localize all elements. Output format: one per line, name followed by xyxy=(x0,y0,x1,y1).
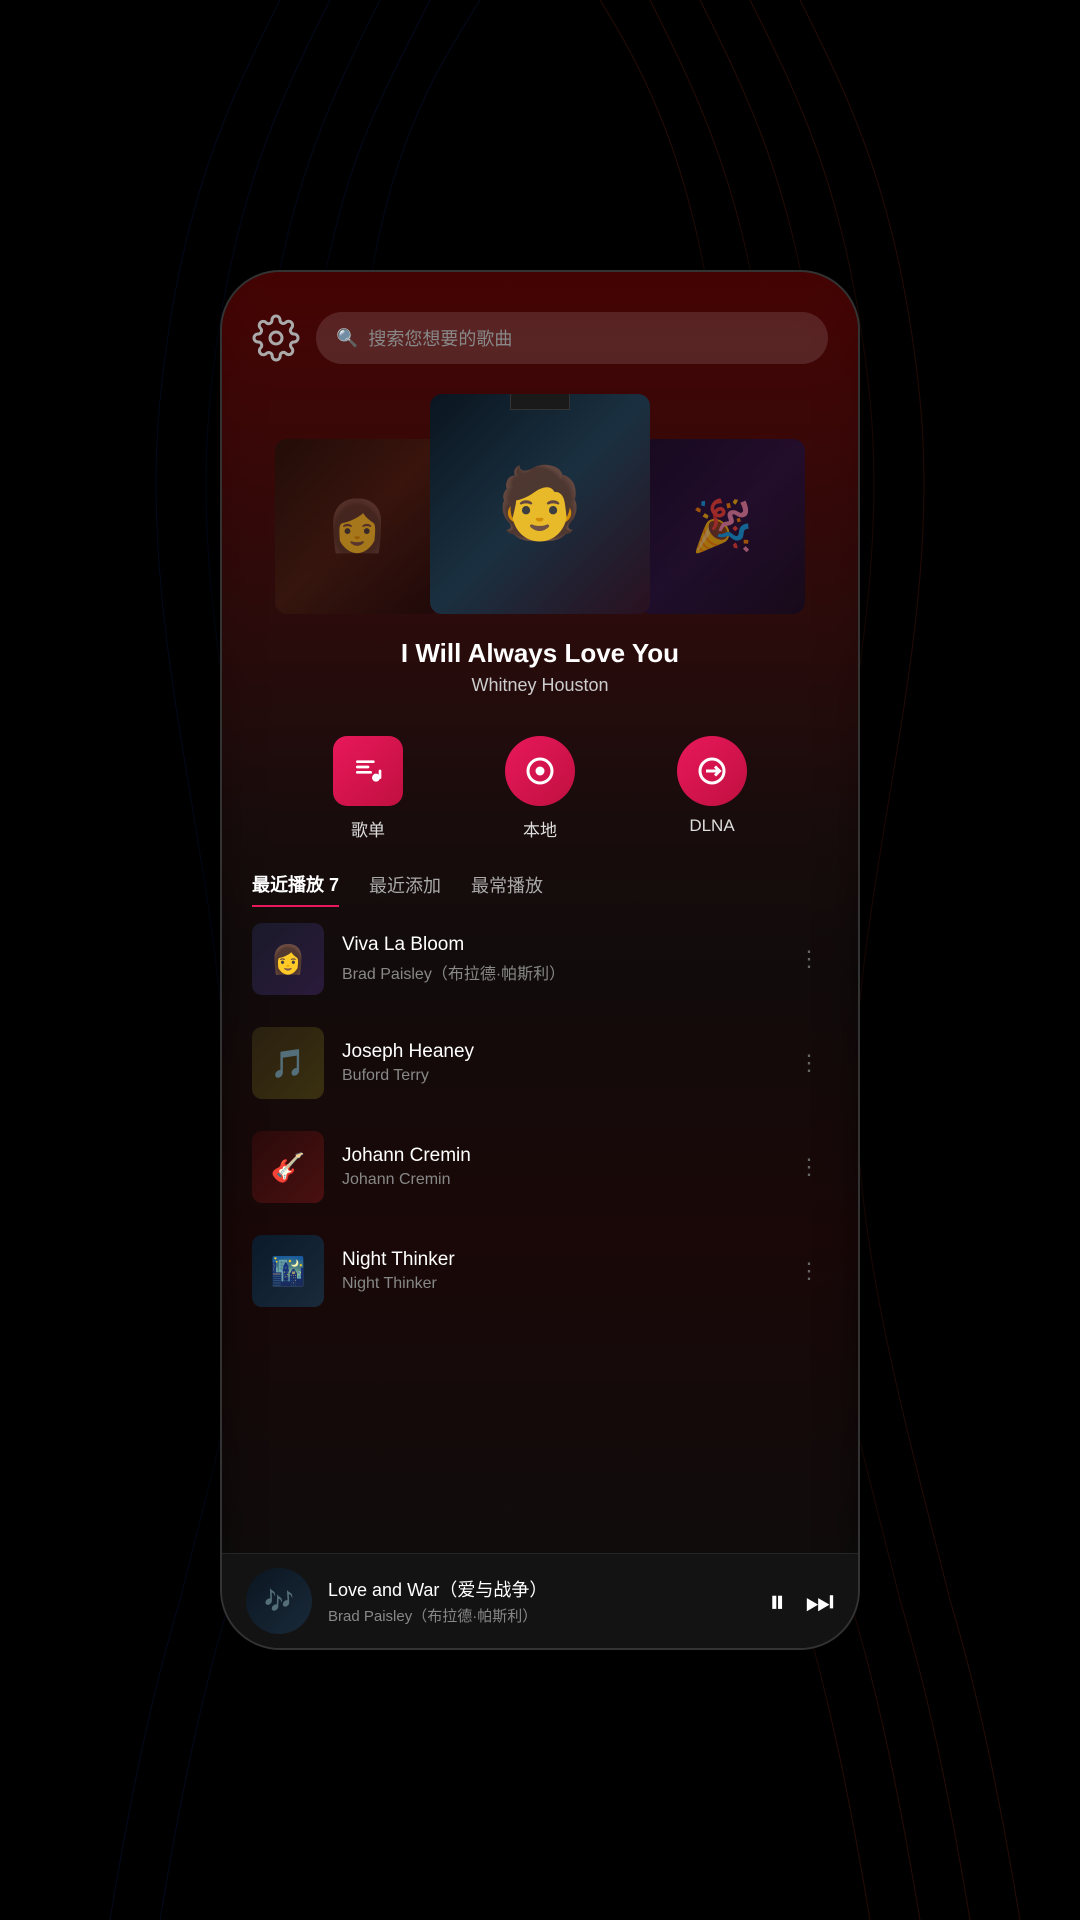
search-icon: 🔍 xyxy=(336,328,358,349)
tab-most-played[interactable]: 最常播放 xyxy=(471,872,543,906)
featured-song-info: I Will Always Love You Whitney Houston xyxy=(222,614,858,706)
more-icon-4[interactable]: ⋮ xyxy=(790,1250,828,1292)
more-icon-3[interactable]: ⋮ xyxy=(790,1146,828,1188)
pause-button[interactable]: ⏸ xyxy=(769,1585,785,1617)
tabs-bar: 最近播放 7 最近添加 最常播放 xyxy=(222,861,858,907)
now-playing-title: Love and War（爱与战争） xyxy=(328,1576,753,1602)
song-subtitle-1: Brad Paisley（布拉德·帕斯利） xyxy=(342,960,772,984)
song-subtitle-3: Johann Cremin xyxy=(342,1171,772,1189)
album-card-left[interactable]: 👩 xyxy=(275,439,440,614)
song-row-2[interactable]: 🎵 Joseph Heaney Buford Terry ⋮ xyxy=(222,1011,858,1115)
vinyl-notch xyxy=(510,394,570,410)
song-list: 👩 Viva La Bloom Brad Paisley（布拉德·帕斯利） ⋮ … xyxy=(222,907,858,1553)
song-row-1[interactable]: 👩 Viva La Bloom Brad Paisley（布拉德·帕斯利） ⋮ xyxy=(222,907,858,1011)
song-thumb-1: 👩 xyxy=(252,923,324,995)
dlna-icon xyxy=(677,736,747,806)
phone-content: 🔍 搜索您想要的歌曲 👩 🧑 xyxy=(222,272,858,1648)
album-carousel: 👩 🧑 🎉 xyxy=(222,384,858,614)
playlist-icon xyxy=(333,736,403,806)
nav-item-local[interactable]: 本地 xyxy=(505,736,575,841)
song-meta-2: Joseph Heaney Buford Terry xyxy=(342,1041,772,1085)
song-title-4: Night Thinker xyxy=(342,1249,772,1271)
song-meta-4: Night Thinker Night Thinker xyxy=(342,1249,772,1293)
featured-song-title: I Will Always Love You xyxy=(242,638,838,669)
song-thumb-4: 🌃 xyxy=(252,1235,324,1307)
next-button[interactable]: ⏭ xyxy=(805,1585,834,1617)
song-subtitle-4: Night Thinker xyxy=(342,1275,772,1293)
song-thumb-3: 🎸 xyxy=(252,1131,324,1203)
album-card-right[interactable]: 🎉 xyxy=(640,439,805,614)
nav-label-local: 本地 xyxy=(523,816,557,841)
local-icon xyxy=(505,736,575,806)
settings-icon[interactable] xyxy=(252,314,300,362)
nav-icons: 歌单 本地 xyxy=(222,716,858,861)
nav-label-dlna: DLNA xyxy=(689,816,734,836)
nav-label-playlist: 歌单 xyxy=(351,816,385,841)
phone-wrapper: 🔍 搜索您想要的歌曲 👩 🧑 xyxy=(220,270,860,1650)
song-meta-1: Viva La Bloom Brad Paisley（布拉德·帕斯利） xyxy=(342,934,772,984)
song-title-2: Joseph Heaney xyxy=(342,1041,772,1063)
song-subtitle-2: Buford Terry xyxy=(342,1067,772,1085)
now-playing-emoji: 🎶 xyxy=(264,1587,294,1616)
header: 🔍 搜索您想要的歌曲 xyxy=(222,272,858,384)
now-playing-meta: Love and War（爱与战争） Brad Paisley（布拉德·帕斯利） xyxy=(328,1576,753,1626)
search-placeholder: 搜索您想要的歌曲 xyxy=(368,325,512,351)
song-row-3[interactable]: 🎸 Johann Cremin Johann Cremin ⋮ xyxy=(222,1115,858,1219)
tab-recent-play[interactable]: 最近播放 7 xyxy=(252,871,339,907)
more-icon-1[interactable]: ⋮ xyxy=(790,938,828,980)
now-playing-thumb: 🎶 xyxy=(246,1568,312,1634)
song-row-4[interactable]: 🌃 Night Thinker Night Thinker ⋮ xyxy=(222,1219,858,1323)
search-bar[interactable]: 🔍 搜索您想要的歌曲 xyxy=(316,312,828,364)
more-icon-2[interactable]: ⋮ xyxy=(790,1042,828,1084)
album-card-center[interactable]: 🧑 xyxy=(430,394,650,614)
now-playing-controls: ⏸ ⏭ xyxy=(769,1585,834,1617)
now-playing-bar[interactable]: 🎶 Love and War（爱与战争） Brad Paisley（布拉德·帕斯… xyxy=(222,1553,858,1648)
song-thumb-2: 🎵 xyxy=(252,1027,324,1099)
featured-song-artist: Whitney Houston xyxy=(242,675,838,696)
nav-item-dlna[interactable]: DLNA xyxy=(677,736,747,841)
song-title-1: Viva La Bloom xyxy=(342,934,772,956)
nav-item-playlist[interactable]: 歌单 xyxy=(333,736,403,841)
tab-recently-added[interactable]: 最近添加 xyxy=(369,872,441,906)
phone-frame: 🔍 搜索您想要的歌曲 👩 🧑 xyxy=(220,270,860,1650)
now-playing-artist: Brad Paisley（布拉德·帕斯利） xyxy=(328,1605,753,1626)
song-title-3: Johann Cremin xyxy=(342,1145,772,1167)
song-meta-3: Johann Cremin Johann Cremin xyxy=(342,1145,772,1189)
